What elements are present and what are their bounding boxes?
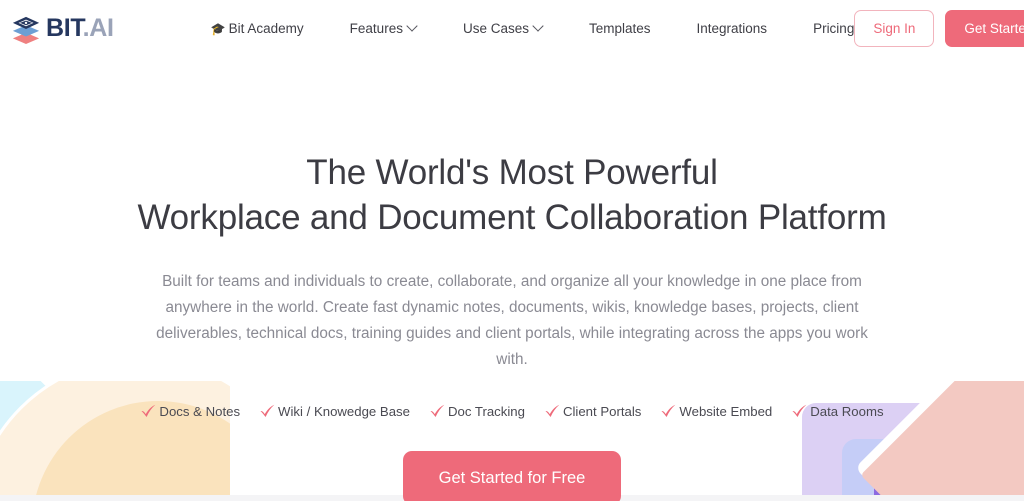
nav-item-label: Pricing xyxy=(813,21,855,36)
landing-page: BIT.AI 🎓 Bit Academy Features Use Cases … xyxy=(0,0,1024,501)
feature-item-doc-tracking: Doc Tracking xyxy=(429,404,525,419)
hero-subtitle: Built for teams and individuals to creat… xyxy=(156,273,868,368)
check-icon xyxy=(430,404,445,417)
feature-label: Doc Tracking xyxy=(448,404,525,419)
feature-item-website-embed: Website Embed xyxy=(660,404,772,419)
feature-item-client-portals: Client Portals xyxy=(544,404,641,419)
nav-item-templates[interactable]: Templates xyxy=(589,15,651,42)
chevron-down-icon xyxy=(408,22,417,31)
feature-label: Wiki / Knowedge Base xyxy=(278,404,410,419)
header-actions: Sign In Get Started for Free xyxy=(854,10,1024,47)
nav-item-bit-academy[interactable]: 🎓 Bit Academy xyxy=(211,15,304,42)
feature-label: Data Rooms xyxy=(810,404,884,419)
nav-item-integrations[interactable]: Integrations xyxy=(697,15,768,42)
check-icon xyxy=(260,404,275,417)
graduation-cap-icon: 🎓 xyxy=(210,21,226,36)
chevron-down-icon xyxy=(534,22,543,31)
hero-get-started-button[interactable]: Get Started for Free xyxy=(402,451,622,501)
nav-item-features[interactable]: Features xyxy=(350,15,417,42)
brand-logo-link[interactable]: BIT.AI xyxy=(11,14,114,44)
nav-item-pricing[interactable]: Pricing xyxy=(813,15,854,42)
site-header: BIT.AI 🎓 Bit Academy Features Use Cases … xyxy=(0,0,1024,57)
feature-item-docs-notes: Docs & Notes xyxy=(140,404,240,419)
check-icon xyxy=(792,404,807,417)
nav-item-label: Templates xyxy=(588,21,651,36)
main-navigation: 🎓 Bit Academy Features Use Cases Templat… xyxy=(211,15,855,42)
brand-wordmark: BIT.AI xyxy=(46,16,114,41)
page-title-line-2: Workplace and Document Collaboration Pla… xyxy=(137,198,887,237)
feature-item-data-rooms: Data Rooms xyxy=(791,404,884,419)
feature-label: Docs & Notes xyxy=(159,404,241,419)
hero-section: The World's Most Powerful Workplace and … xyxy=(0,57,1024,501)
feature-label: Client Portals xyxy=(562,404,642,419)
nav-item-label: Integrations xyxy=(696,21,768,36)
check-icon xyxy=(141,404,156,417)
page-title: The World's Most Powerful Workplace and … xyxy=(0,150,1024,240)
check-icon xyxy=(661,404,676,417)
check-icon xyxy=(545,404,560,417)
hero-cta-wrapper: Get Started for Free xyxy=(0,451,1024,501)
brand-text-bit: BIT xyxy=(46,14,83,42)
nav-item-label: Use Cases xyxy=(462,21,529,36)
feature-label: Website Embed xyxy=(679,404,773,419)
page-title-line-1: The World's Most Powerful xyxy=(306,153,718,192)
header-get-started-button[interactable]: Get Started for Free xyxy=(945,10,1024,47)
feature-highlights-list: Docs & Notes Wiki / Knowedge Base Doc Tr… xyxy=(0,404,1024,419)
brand-text-ai: AI xyxy=(89,14,114,42)
stacked-layers-icon xyxy=(12,16,40,44)
nav-item-label: Bit Academy xyxy=(228,21,304,36)
nav-item-label: Features xyxy=(349,21,403,36)
nav-item-use-cases[interactable]: Use Cases xyxy=(463,15,543,42)
sign-in-button[interactable]: Sign In xyxy=(854,10,935,47)
feature-item-wiki-knowledge-base: Wiki / Knowedge Base xyxy=(259,404,410,419)
